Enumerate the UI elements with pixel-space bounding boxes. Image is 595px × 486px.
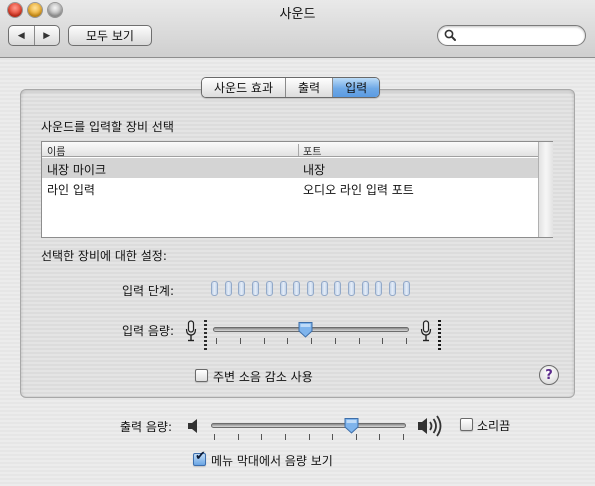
checkmark-icon: ✔	[195, 449, 206, 464]
help-button[interactable]: ?	[539, 365, 559, 385]
level-meter-segment	[211, 281, 218, 296]
output-volume-slider-track[interactable]	[211, 423, 406, 428]
slider-tick	[403, 434, 404, 440]
slider-tick	[379, 434, 381, 440]
table-row[interactable]: 라인 입력 오디오 라인 입력 포트	[42, 178, 538, 198]
show-all-button[interactable]: 모두 보기	[68, 25, 152, 46]
mute-checkbox[interactable]	[460, 418, 473, 431]
input-volume-label: 입력 음량:	[121, 324, 174, 338]
tab-panel	[20, 89, 575, 398]
noise-reduction-label[interactable]: 주변 소음 감소 사용	[213, 368, 313, 385]
row-device-port: 내장	[303, 163, 326, 177]
slider-tick	[406, 338, 407, 344]
tab-input[interactable]: 입력	[333, 78, 380, 97]
slider-tick	[287, 338, 289, 344]
row-device-port: 오디오 라인 입력 포트	[303, 183, 414, 197]
speaker-high-icon	[418, 415, 442, 437]
microphone-low-icon	[185, 320, 197, 342]
window-title: 사운드	[279, 7, 316, 22]
row-device-name: 내장 마이크	[47, 163, 107, 177]
tab-output[interactable]: 출력	[286, 78, 334, 97]
search-icon	[444, 29, 456, 41]
level-meter-segment	[348, 281, 355, 296]
search-input[interactable]	[458, 27, 578, 44]
column-divider	[298, 144, 299, 156]
table-scrollbar[interactable]	[538, 142, 553, 237]
question-mark-icon: ?	[545, 367, 553, 383]
search-field[interactable]	[437, 25, 586, 46]
slider-tick	[284, 434, 286, 440]
slider-tick	[358, 338, 360, 344]
microphone-high-icon	[420, 320, 432, 342]
slider-tick	[355, 434, 357, 440]
level-meter-segment	[389, 281, 397, 296]
speaker-low-icon	[188, 419, 197, 433]
show-volume-in-menubar-label[interactable]: 메뉴 막대에서 음량 보기	[211, 452, 333, 469]
input-level-label: 입력 단계:	[121, 284, 174, 298]
table-row[interactable]: 내장 마이크 내장	[42, 158, 538, 178]
table-header: 이름 포트	[42, 142, 538, 158]
input-device-table[interactable]: 이름 포트 내장 마이크 내장 라인 입력 오디오 라인 입력 포트	[41, 141, 553, 238]
input-volume-min-dots	[204, 320, 207, 350]
level-meter-segment	[252, 281, 260, 296]
back-forward-control: ◀ ▶	[8, 25, 60, 46]
show-volume-in-menubar-checkbox[interactable]: ✔	[193, 449, 206, 466]
level-meter-segment	[402, 281, 410, 296]
slider-tick	[308, 434, 310, 440]
level-meter-segment	[265, 281, 273, 296]
level-meter-segment	[334, 281, 342, 296]
tab-bar: 사운드 효과 출력 입력	[201, 77, 381, 98]
level-meter-segment	[279, 281, 287, 296]
slider-tick	[216, 338, 217, 344]
slider-tick	[263, 338, 265, 344]
input-volume-slider-knob[interactable]	[298, 321, 313, 338]
level-meter-segment	[375, 281, 383, 296]
slider-tick	[332, 434, 334, 440]
level-meter-segment	[293, 281, 301, 296]
slider-tick	[239, 338, 241, 344]
noise-reduction-checkbox[interactable]	[195, 369, 208, 382]
forward-button[interactable]: ▶	[35, 26, 60, 45]
slider-tick	[261, 434, 263, 440]
row-device-name: 라인 입력	[47, 183, 95, 197]
slider-tick	[334, 338, 336, 344]
mute-label[interactable]: 소리끔	[477, 417, 510, 434]
level-meter-segment	[320, 281, 328, 296]
output-volume-label: 출력 음량:	[119, 420, 172, 434]
triangle-right-icon: ▶	[43, 30, 51, 41]
slider-tick	[214, 434, 215, 440]
level-meter-segment	[224, 281, 232, 296]
device-settings-title: 선택한 장비에 대한 설정:	[41, 249, 167, 263]
level-meter-segment	[361, 281, 369, 296]
slider-tick	[311, 338, 312, 344]
input-volume-max-dots	[438, 320, 441, 350]
back-button[interactable]: ◀	[9, 26, 35, 45]
level-meter-segment	[238, 281, 246, 296]
output-volume-slider-knob[interactable]	[344, 417, 359, 434]
column-header-port[interactable]: 포트	[303, 143, 321, 158]
slider-tick	[382, 338, 384, 344]
level-meter-segment	[306, 281, 314, 296]
column-header-name[interactable]: 이름	[47, 143, 297, 158]
triangle-left-icon: ◀	[17, 30, 25, 41]
slider-tick	[237, 434, 239, 440]
tab-sound-effects[interactable]: 사운드 효과	[202, 78, 287, 97]
device-section-title: 사운드를 입력할 장비 선택	[41, 120, 174, 134]
window-titlebar: 사운드 ◀ ▶ 모두 보기	[0, 0, 595, 58]
